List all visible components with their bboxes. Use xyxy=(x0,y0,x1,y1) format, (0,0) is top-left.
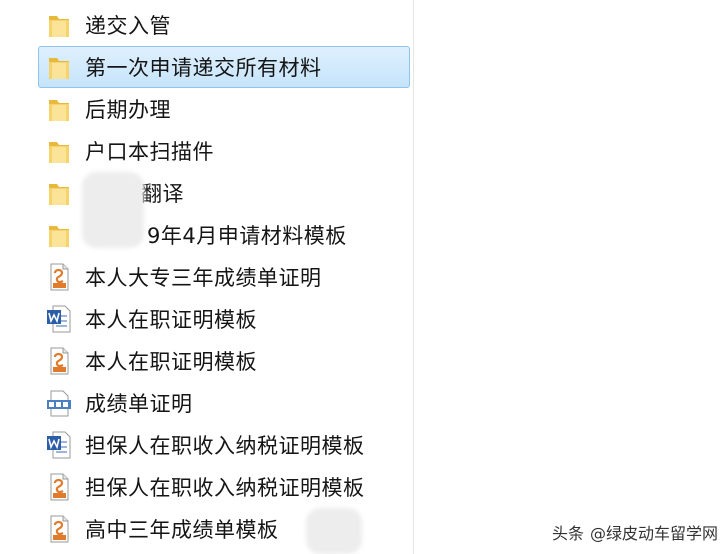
pdf-file-icon xyxy=(45,262,73,292)
redaction-blur xyxy=(306,508,362,554)
file-row-label: 后期办理 xyxy=(85,98,171,122)
file-row-folder-selected[interactable]: 第一次申请递交所有材料 xyxy=(38,46,410,88)
file-row-label: 成绩单证明 xyxy=(85,392,193,416)
watermark-brand: 头条 xyxy=(551,524,584,543)
word-file-icon xyxy=(45,304,73,334)
file-row-label: 递交入管 xyxy=(85,14,171,38)
pdf-file-icon xyxy=(45,346,73,376)
pdf-file-icon xyxy=(45,514,73,544)
file-row-jpg[interactable]: 成绩单证明 xyxy=(38,382,410,424)
folder-icon xyxy=(45,10,73,40)
folder-icon xyxy=(45,52,73,82)
file-row-pdf[interactable]: 担保人在职收入纳税证明模板 xyxy=(38,466,410,508)
file-row-label: 本人在职证明模板 xyxy=(85,350,257,374)
folder-icon xyxy=(45,94,73,124)
file-row-folder[interactable]: 递交入管 xyxy=(38,4,410,46)
file-row-label: 9年4月申请材料模板 xyxy=(147,224,347,248)
file-row-folder[interactable]: 户口本扫描件 xyxy=(38,130,410,172)
file-list-pane: 递交入管 第一次申请递交所有材料 后期办理 户口本扫描件 翻译 9年4月申请材料… xyxy=(0,0,414,554)
redaction-blur xyxy=(82,172,144,248)
file-row-label: 本人大专三年成绩单证明 xyxy=(85,266,322,290)
file-row-label: 第一次申请递交所有材料 xyxy=(85,56,322,80)
word-file-icon xyxy=(45,430,73,460)
watermark: 头条 @绿皮动车留学网 xyxy=(552,520,718,544)
file-row-word[interactable]: 本人在职证明模板 xyxy=(38,298,410,340)
file-row-pdf[interactable]: 本人在职证明模板 xyxy=(38,340,410,382)
image-file-icon xyxy=(45,388,73,418)
file-row-label: 户口本扫描件 xyxy=(85,140,214,164)
file-row-word[interactable]: 担保人在职收入纳税证明模板 xyxy=(38,424,410,466)
folder-icon xyxy=(45,178,73,208)
file-row-label: 高中三年成绩单模板 xyxy=(85,518,279,542)
file-row-label: 翻译 xyxy=(141,182,184,206)
file-row-label: 担保人在职收入纳税证明模板 xyxy=(85,476,365,500)
file-row-label: 担保人在职收入纳税证明模板 xyxy=(85,434,365,458)
pdf-file-icon xyxy=(45,472,73,502)
folder-icon xyxy=(45,136,73,166)
watermark-handle: @绿皮动车留学网 xyxy=(589,524,718,543)
file-list: 递交入管 第一次申请递交所有材料 后期办理 户口本扫描件 翻译 9年4月申请材料… xyxy=(0,4,413,550)
file-row-pdf[interactable]: 本人大专三年成绩单证明 xyxy=(38,256,410,298)
file-row-label: 本人在职证明模板 xyxy=(85,308,257,332)
folder-icon xyxy=(45,220,73,250)
file-row-folder[interactable]: 后期办理 xyxy=(38,88,410,130)
